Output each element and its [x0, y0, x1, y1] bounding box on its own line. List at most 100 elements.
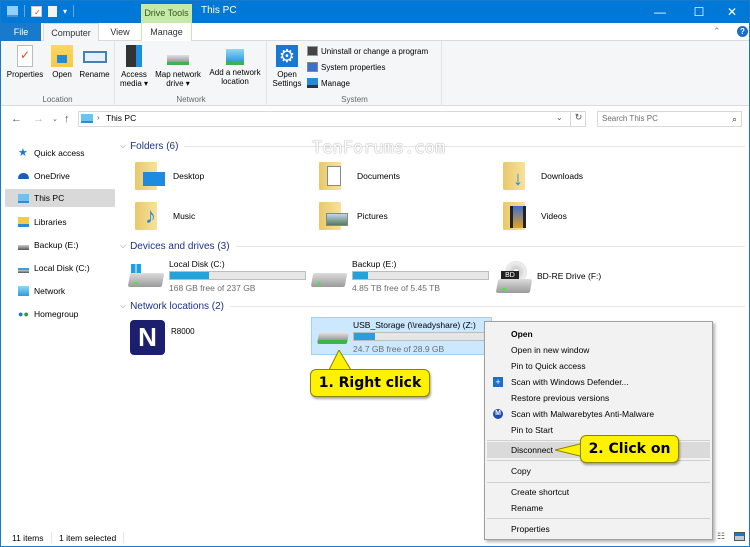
access-media-label-2: media ▾ — [119, 79, 149, 88]
breadcrumb-this-pc[interactable]: This PC — [106, 113, 136, 123]
sidebar-label: This PC — [34, 193, 65, 203]
properties-button[interactable]: ✓ Properties — [5, 45, 45, 79]
quick-access-toolbar: ✓ ▾ — [7, 5, 75, 17]
maximize-button[interactable]: ☐ — [682, 1, 716, 23]
help-icon[interactable]: ? — [737, 26, 748, 37]
section-title: Devices and drives (3) — [130, 240, 230, 252]
collapse-chevron-icon: ⌵ — [120, 141, 127, 150]
folder-videos[interactable]: Videos — [501, 197, 567, 235]
close-button[interactable]: ✕ — [715, 1, 749, 23]
menu-item-rename[interactable]: Rename — [487, 500, 710, 516]
drive-usage-bar — [353, 332, 493, 341]
add-network-location-button[interactable]: Add a network location — [206, 45, 264, 86]
folder-pictures[interactable]: Pictures — [317, 197, 388, 235]
title-bar: ✓ ▾ Drive Tools This PC — ☐ ✕ — [1, 1, 749, 23]
section-drives-header[interactable]: ⌵ Devices and drives (3) — [120, 239, 745, 253]
context-menu: Open Open in new window Pin to Quick acc… — [484, 321, 713, 540]
section-divider — [235, 245, 745, 247]
folder-documents[interactable]: Documents — [317, 157, 400, 195]
folder-desktop[interactable]: Desktop — [133, 157, 204, 195]
menu-separator — [487, 482, 710, 483]
settings-gear-icon: ⚙ — [276, 45, 298, 67]
drive-local-disk-c[interactable]: Local Disk (C:) 168 GB free of 237 GB — [117, 259, 317, 295]
menu-item-open[interactable]: Open — [487, 326, 710, 342]
navigation-bar: ← → ⌄ ↑ › This PC ⌄ ↻ Search This PC ⌕ — [1, 107, 749, 131]
sidebar-item-libraries[interactable]: Libraries — [5, 213, 115, 231]
computer-icon — [7, 5, 18, 17]
details-view-icon[interactable]: ☷ — [717, 531, 725, 542]
folder-label: Documents — [357, 171, 400, 181]
refresh-icon[interactable]: ↻ — [570, 112, 586, 126]
drive-backup-e[interactable]: Backup (E:) 4.85 TB free of 5.45 TB — [300, 259, 500, 295]
menu-item-restore-versions[interactable]: Restore previous versions — [487, 390, 710, 406]
forward-arrow-icon[interactable]: → — [33, 113, 44, 125]
map-network-drive-button[interactable]: Map network drive ▾ — [152, 45, 204, 88]
drive-icon — [18, 244, 29, 250]
customize-qat-icon[interactable]: ▾ — [63, 7, 67, 16]
open-folder-icon — [51, 45, 73, 67]
tab-view[interactable]: View — [101, 23, 139, 41]
collapse-ribbon-icon[interactable]: ⌃ — [713, 26, 721, 37]
menu-item-pin-quick-access[interactable]: Pin to Quick access — [487, 358, 710, 374]
sidebar-item-backup-e[interactable]: Backup (E:) — [5, 236, 115, 254]
drive-usage-bar — [352, 271, 489, 280]
folder-label: Downloads — [541, 171, 584, 181]
menu-item-scan-malwarebytes[interactable]: M Scan with Malwarebytes Anti-Malware — [487, 406, 710, 422]
rename-button[interactable]: Rename — [78, 45, 111, 79]
folder-downloads[interactable]: ↓ Downloads — [501, 157, 583, 195]
tab-manage[interactable]: Manage — [141, 23, 192, 41]
up-arrow-icon[interactable]: ↑ — [64, 113, 70, 125]
network-location-r8000[interactable]: N R8000 — [130, 318, 195, 356]
back-arrow-icon[interactable]: ← — [11, 113, 22, 125]
ribbon-group-location: ✓ Properties Open Rename Location — [1, 41, 115, 106]
add-network-label-1: Add a network — [209, 68, 261, 77]
sidebar-item-this-pc[interactable]: This PC — [5, 189, 115, 207]
uninstall-program-button[interactable]: Uninstall or change a program — [307, 46, 428, 56]
cloud-icon — [18, 173, 29, 179]
sidebar-item-homegroup[interactable]: ●● Homegroup — [5, 305, 115, 323]
sidebar-item-network[interactable]: Network — [5, 282, 115, 300]
access-media-button[interactable]: Access media ▾ — [118, 45, 150, 88]
address-bar[interactable]: › This PC ⌄ ↻ — [78, 111, 586, 127]
tab-computer[interactable]: Computer — [43, 23, 99, 42]
minimize-button[interactable]: — — [643, 1, 677, 23]
tab-file[interactable]: File — [1, 23, 41, 41]
callout-click-on: 2. Click on — [580, 435, 679, 463]
menu-item-copy[interactable]: Copy — [487, 463, 710, 479]
folder-label: Desktop — [173, 171, 205, 181]
open-button[interactable]: Open — [49, 45, 75, 79]
menu-item-open-new-window[interactable]: Open in new window — [487, 342, 710, 358]
new-folder-icon[interactable] — [48, 5, 57, 17]
sidebar-item-local-disk-c[interactable]: Local Disk (C:) — [5, 259, 115, 277]
sidebar-item-quick-access[interactable]: ★ Quick access — [5, 144, 115, 162]
system-properties-label: System properties — [321, 62, 386, 72]
menu-item-properties[interactable]: Properties — [487, 521, 710, 537]
open-settings-button[interactable]: ⚙ Open Settings — [270, 45, 304, 88]
drive-icon — [18, 267, 29, 273]
sidebar-label: Local Disk (C:) — [34, 263, 90, 273]
properties-icon[interactable]: ✓ — [31, 5, 42, 17]
sidebar-item-onedrive[interactable]: OneDrive — [5, 167, 115, 185]
separator — [24, 5, 25, 17]
system-properties-button[interactable]: System properties — [307, 62, 385, 72]
search-input[interactable]: Search This PC ⌕ — [597, 111, 742, 127]
section-network-header[interactable]: ⌵ Network locations (2) — [120, 299, 745, 313]
menu-item-create-shortcut[interactable]: Create shortcut — [487, 484, 710, 500]
drive-free-space: 4.85 TB free of 5.45 TB — [352, 283, 441, 293]
address-dropdown-icon[interactable]: ⌄ — [556, 113, 563, 122]
uninstall-label: Uninstall or change a program — [321, 46, 429, 56]
search-placeholder: Search This PC — [602, 114, 658, 123]
recent-locations-chevron-icon[interactable]: ⌄ — [52, 115, 58, 123]
watermark: TenForums.com — [312, 138, 446, 158]
menu-item-scan-defender[interactable]: + Scan with Windows Defender... — [487, 374, 710, 390]
folder-music[interactable]: ♪ Music — [133, 197, 195, 235]
downloads-folder-icon: ↓ — [501, 160, 535, 192]
drive-bd-re-f[interactable]: BD BD-RE Drive (F:) — [485, 259, 685, 295]
videos-folder-icon — [501, 200, 535, 232]
large-icons-view-icon[interactable] — [734, 532, 745, 541]
drive-tools-context-tab: Drive Tools — [141, 4, 192, 23]
documents-folder-icon — [317, 160, 351, 192]
collapse-chevron-icon: ⌵ — [120, 301, 127, 310]
manage-button[interactable]: Manage — [307, 78, 350, 88]
sidebar-label: Homegroup — [34, 309, 79, 319]
